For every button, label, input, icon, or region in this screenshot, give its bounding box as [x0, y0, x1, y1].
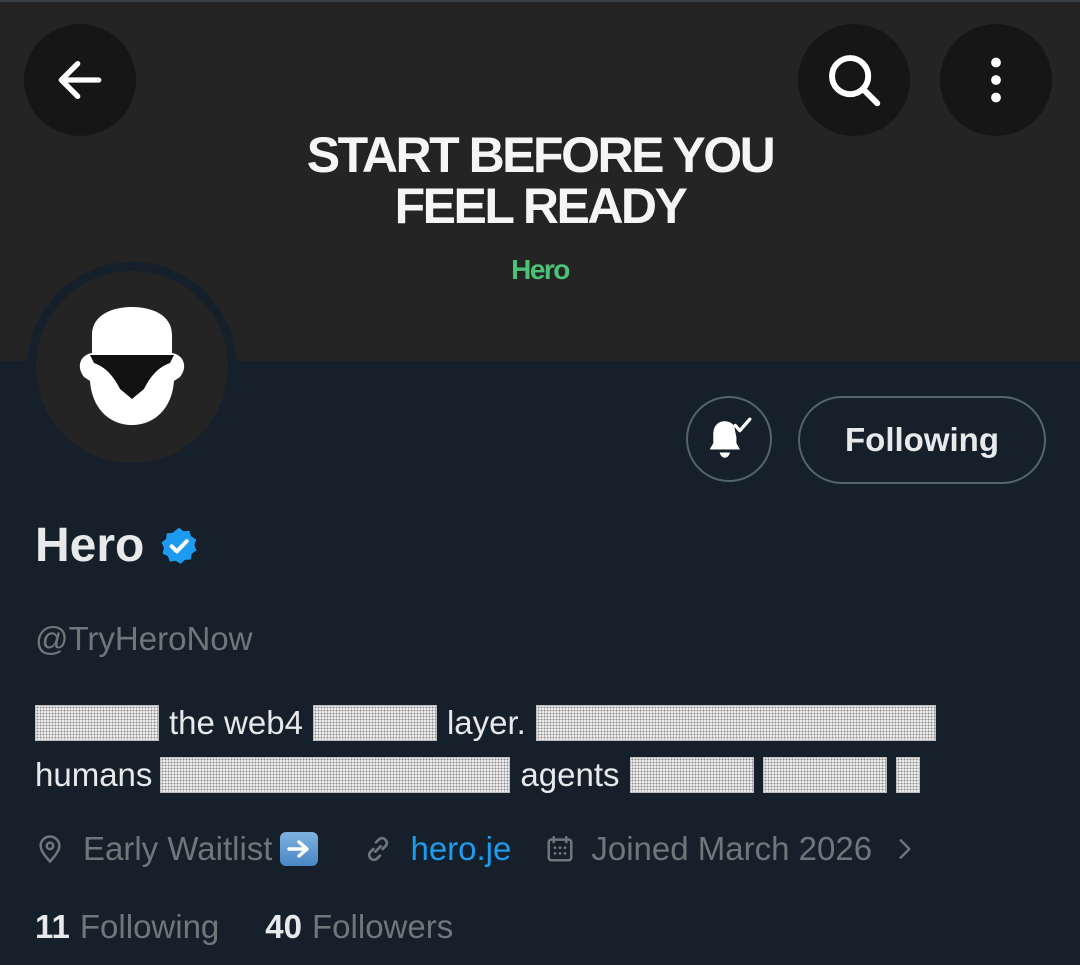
following-stat[interactable]: 11 Following	[35, 908, 219, 946]
profile-stats: 11 Following 40 Followers	[35, 908, 453, 946]
profile-handle: @TryHeroNow	[35, 620, 253, 657]
redacted-block	[312, 705, 437, 741]
search-icon	[829, 55, 881, 107]
profile-bio: the web4 layer. humans agents	[35, 697, 936, 801]
banner-headline-line1: START BEFORE YOU	[306, 127, 776, 183]
banner-top-divider	[0, 0, 1080, 2]
profile-website[interactable]: hero.je	[362, 830, 511, 868]
location-text: Early Waitlist	[83, 830, 273, 867]
calendar-icon	[547, 835, 573, 862]
followers-count: 40	[265, 908, 303, 945]
chevron-right-icon	[899, 839, 911, 859]
back-button[interactable]	[24, 24, 136, 136]
profile-meta: Early Waitlist hero.je Joined March 2026	[35, 830, 918, 868]
hero-mask-logo	[79, 307, 185, 425]
redacted-block	[895, 757, 920, 793]
bio-line-2: humans agents	[35, 749, 936, 801]
banner-headline: START BEFORE YOU FEEL READY	[240, 130, 840, 232]
arrow-left-icon	[58, 60, 102, 100]
followers-label: Followers	[312, 908, 454, 945]
more-options-button[interactable]	[940, 24, 1052, 136]
bio-text: layer.	[446, 704, 526, 741]
bio-line-1: the web4 layer.	[35, 697, 936, 749]
website-link[interactable]: hero.je	[410, 830, 511, 868]
redacted-block	[160, 757, 511, 793]
redacted-block	[535, 705, 936, 741]
verified-badge-icon[interactable]	[158, 525, 200, 567]
following-count: 11	[35, 908, 70, 945]
right-arrow-emoji-icon	[280, 832, 319, 866]
profile-joined[interactable]: Joined March 2026	[545, 830, 918, 868]
redacted-block	[629, 757, 754, 793]
profile-name-row: Hero	[35, 518, 200, 573]
notifications-button[interactable]	[686, 396, 772, 482]
avatar-image	[36, 271, 228, 463]
followers-stat[interactable]: 40 Followers	[265, 908, 453, 946]
banner-headline-line2: FEEL READY	[394, 178, 688, 234]
following-label: Following	[79, 908, 220, 945]
profile-location: Early Waitlist	[35, 830, 319, 868]
bio-text: humans	[35, 756, 153, 793]
display-name: Hero	[35, 519, 145, 572]
location-pin-icon	[39, 835, 61, 864]
more-vertical-icon	[991, 57, 1001, 103]
banner-brand: Hero	[511, 254, 570, 285]
bio-text: agents	[520, 756, 620, 793]
joined-text: Joined March 2026	[591, 830, 873, 867]
redacted-block	[35, 705, 159, 741]
redacted-block	[762, 757, 887, 793]
avatar[interactable]	[27, 262, 237, 472]
following-button[interactable]: Following	[798, 396, 1046, 484]
link-icon	[368, 836, 389, 862]
search-button[interactable]	[798, 24, 910, 136]
bell-check-icon	[709, 417, 752, 458]
bio-text: the web4	[169, 704, 303, 741]
